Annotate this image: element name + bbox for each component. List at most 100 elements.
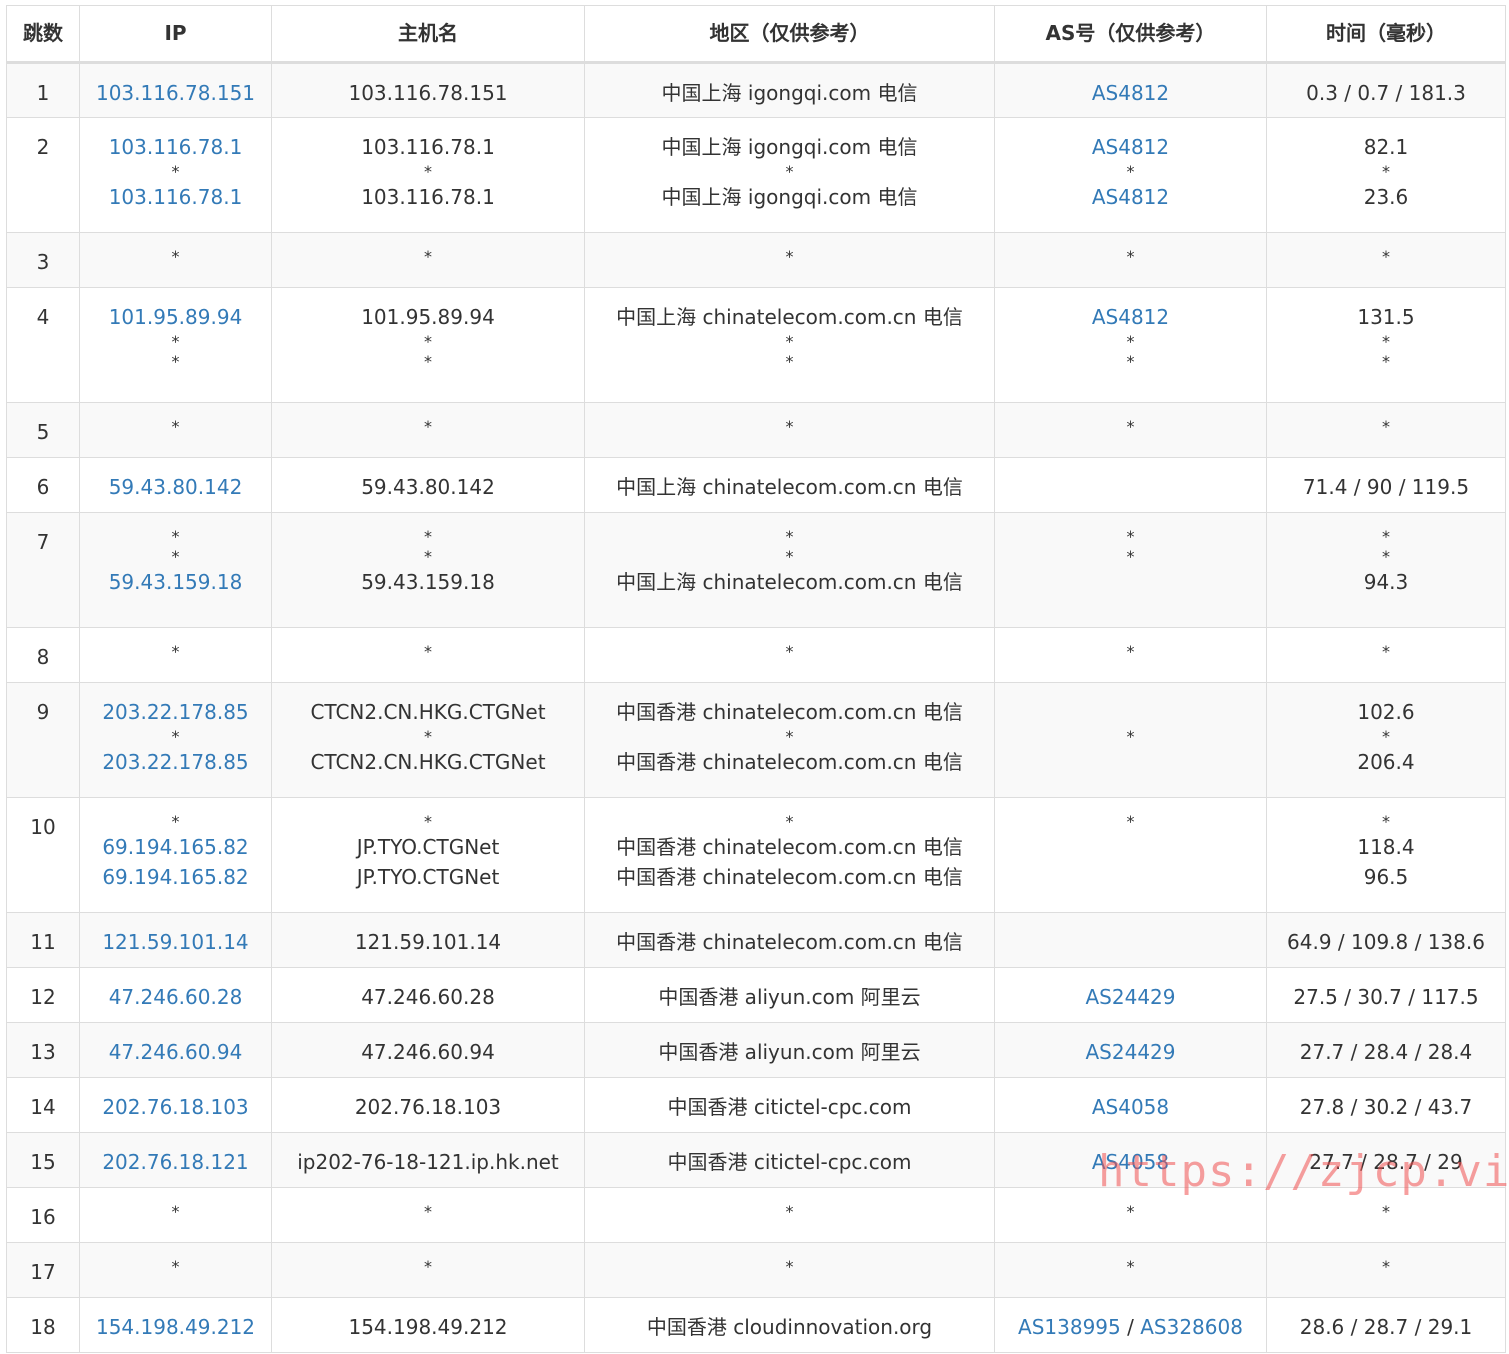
as-link[interactable]: AS4812 [1092, 135, 1169, 159]
time-line: * [1267, 1257, 1505, 1277]
hostname-line: 101.95.89.94 [272, 302, 584, 332]
as-cell: AS4812 [994, 62, 1267, 118]
ip-cell: * [79, 402, 272, 458]
hostname-line: 103.116.78.151 [272, 78, 584, 108]
ip-cell: * [79, 232, 272, 288]
ip-link[interactable]: 203.22.178.85 [102, 700, 248, 724]
ip-link[interactable]: 69.194.165.82 [102, 835, 248, 859]
hostname-value: ip202-76-18-121.ip.hk.net [297, 1150, 559, 1174]
hostname-value: 103.116.78.1 [361, 135, 495, 159]
hostname-cell: * [271, 1242, 585, 1298]
hostname-empty-marker: * [424, 527, 432, 546]
region-line: 中国香港 chinatelecom.com.cn 电信 [585, 697, 994, 727]
hop-cell: 14 [6, 1077, 80, 1133]
as-empty-marker: * [1126, 727, 1135, 746]
hostname-value: CTCN2.CN.HKG.CTGNet [310, 750, 546, 774]
hop-cell: 18 [6, 1297, 80, 1353]
as-empty-marker: * [1126, 162, 1135, 181]
ip-link[interactable]: 101.95.89.94 [109, 305, 243, 329]
ip-cell: 103.116.78.1 * 103.116.78.1 [79, 117, 272, 233]
region-cell: * * 中国上海 chinatelecom.com.cn 电信 [584, 512, 995, 628]
hostname-line: 47.246.60.94 [272, 1037, 584, 1067]
as-link[interactable]: AS4812 [1092, 185, 1169, 209]
region-value: 中国香港 chinatelecom.com.cn 电信 [616, 930, 963, 954]
as-link[interactable]: AS328608 [1140, 1315, 1243, 1339]
time-line: 82.1 [1267, 132, 1505, 162]
hostname-cell: 59.43.80.142 [271, 457, 585, 513]
ip-link[interactable]: 47.246.60.94 [109, 1040, 243, 1064]
time-value: 118.4 [1357, 835, 1415, 859]
ip-empty-marker: * [171, 247, 180, 266]
region-line: * [585, 247, 994, 267]
region-cell: * [584, 1187, 995, 1243]
time-empty-marker: * [1382, 727, 1390, 746]
as-line: * [995, 247, 1266, 267]
region-cell: * [584, 402, 995, 458]
ip-link[interactable]: 103.116.78.1 [109, 135, 243, 159]
time-line: 64.9 / 109.8 / 138.6 [1267, 927, 1505, 957]
hostname-line: JP.TYO.CTGNet [272, 832, 584, 862]
ip-line: 69.194.165.82 [80, 862, 271, 892]
as-cell: * [994, 402, 1267, 458]
time-line: * [1267, 547, 1505, 567]
hostname-line: ip202-76-18-121.ip.hk.net [272, 1147, 584, 1177]
hostname-cell: 103.116.78.151 [271, 62, 585, 118]
as-line: * [995, 332, 1266, 352]
as-cell [994, 912, 1267, 968]
hostname-empty-marker: * [424, 812, 432, 831]
ip-line: * [80, 812, 271, 832]
region-line: 中国上海 chinatelecom.com.cn 电信 [585, 302, 994, 332]
ip-cell: 47.246.60.94 [79, 1022, 272, 1078]
hostname-empty-marker: * [424, 332, 432, 351]
ip-line: 47.246.60.94 [80, 1037, 271, 1067]
as-line [995, 472, 1266, 502]
time-empty-marker: * [1382, 1257, 1390, 1276]
as-link[interactable]: AS138995 [1018, 1315, 1121, 1339]
hostname-line: * [272, 352, 584, 372]
as-link[interactable]: AS4058 [1092, 1095, 1169, 1119]
hostname-line: JP.TYO.CTGNet [272, 862, 584, 892]
time-line: * [1267, 727, 1505, 747]
time-cell: 28.6 / 28.7 / 29.1 [1266, 1297, 1506, 1353]
hostname-cell: 101.95.89.94 * * [271, 287, 585, 403]
ip-link[interactable]: 103.116.78.1 [109, 185, 243, 209]
hostname-line: * [272, 727, 584, 747]
header-hop: 跳数 [6, 5, 80, 64]
ip-link[interactable]: 103.116.78.151 [96, 81, 255, 105]
as-line [995, 927, 1266, 957]
as-link[interactable]: AS4058 [1092, 1150, 1169, 1174]
as-link[interactable]: AS4812 [1092, 81, 1169, 105]
table-row: 8 * * * * * [6, 627, 1506, 683]
ip-link[interactable]: 202.76.18.103 [102, 1095, 248, 1119]
as-line [995, 567, 1266, 597]
as-line: * [995, 812, 1266, 832]
hostname-line: CTCN2.CN.HKG.CTGNet [272, 747, 584, 777]
ip-link[interactable]: 47.246.60.28 [109, 985, 243, 1009]
region-value: 中国上海 chinatelecom.com.cn 电信 [616, 475, 963, 499]
as-line [995, 697, 1266, 727]
ip-link[interactable]: 202.76.18.121 [102, 1150, 248, 1174]
time-cell: 27.5 / 30.7 / 117.5 [1266, 967, 1506, 1023]
time-line: 27.8 / 30.2 / 43.7 [1267, 1092, 1505, 1122]
hostname-cell: 47.246.60.94 [271, 1022, 585, 1078]
as-cell: * [994, 627, 1267, 683]
ip-link[interactable]: 121.59.101.14 [102, 930, 248, 954]
hostname-empty-marker: * [424, 547, 432, 566]
ip-link[interactable]: 59.43.80.142 [109, 475, 243, 499]
as-link[interactable]: AS24429 [1086, 985, 1176, 1009]
region-line: * [585, 527, 994, 547]
ip-empty-marker: * [171, 727, 180, 746]
time-line: * [1267, 352, 1505, 372]
ip-cell: 202.76.18.121 [79, 1132, 272, 1188]
ip-link[interactable]: 203.22.178.85 [102, 750, 248, 774]
ip-link[interactable]: 69.194.165.82 [102, 865, 248, 889]
ip-line: 154.198.49.212 [80, 1312, 271, 1342]
time-line: * [1267, 642, 1505, 662]
ip-link[interactable]: 154.198.49.212 [96, 1315, 255, 1339]
ip-empty-marker: * [171, 547, 180, 566]
time-value: 27.7 / 28.4 / 28.4 [1299, 1040, 1473, 1064]
as-link[interactable]: AS24429 [1086, 1040, 1176, 1064]
as-link[interactable]: AS4812 [1092, 305, 1169, 329]
ip-link[interactable]: 59.43.159.18 [109, 570, 243, 594]
region-cell: * [584, 627, 995, 683]
